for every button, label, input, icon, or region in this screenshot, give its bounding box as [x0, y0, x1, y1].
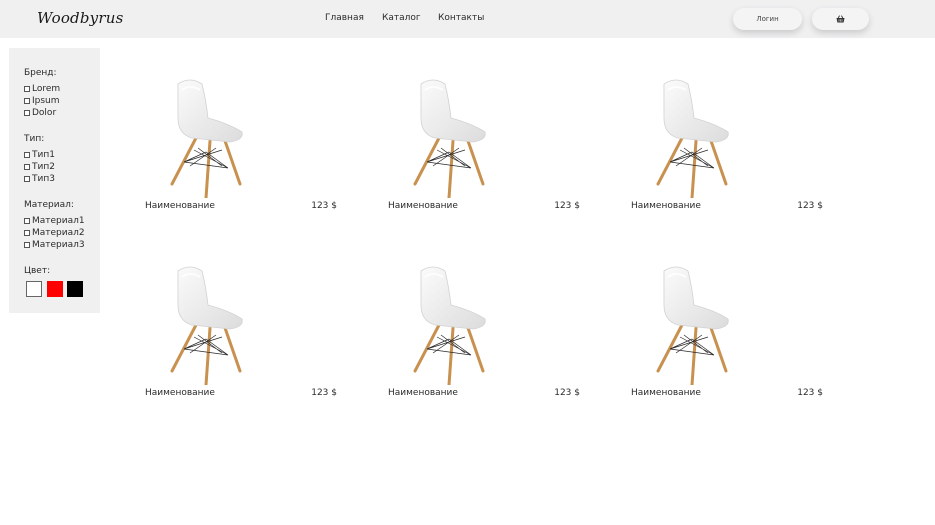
filter-material-option[interactable]: Материал2	[24, 227, 85, 238]
chair-image	[170, 265, 250, 389]
product-price: 123 $	[797, 201, 823, 211]
login-button-label: Логин	[756, 15, 779, 23]
nav-link-home[interactable]: Главная	[325, 13, 364, 23]
checkbox[interactable]	[24, 85, 30, 92]
product-card[interactable]: Наименование 123 $	[631, 265, 823, 415]
nav-link-contacts[interactable]: Контакты	[438, 13, 484, 23]
product-card[interactable]: Наименование 123 $	[145, 265, 337, 415]
option-label: Материал2	[32, 227, 85, 238]
product-name: Наименование	[145, 201, 215, 211]
option-label: Тип3	[32, 173, 55, 184]
option-label: Материал3	[32, 239, 85, 250]
checkbox[interactable]	[24, 151, 30, 158]
product-card[interactable]: Наименование 123 $	[388, 265, 580, 415]
color-swatch-red[interactable]	[47, 281, 63, 297]
option-label: Тип2	[32, 161, 55, 172]
checkbox[interactable]	[24, 229, 30, 236]
product-name: Наименование	[631, 201, 701, 211]
filter-type-option[interactable]: Тип2	[24, 161, 55, 172]
filter-type-option[interactable]: Тип1	[24, 149, 55, 160]
chair-image	[656, 265, 736, 389]
filter-material-option[interactable]: Материал3	[24, 239, 85, 250]
option-label: Тип1	[32, 149, 55, 160]
product-name: Наименование	[388, 201, 458, 211]
product-price: 123 $	[311, 388, 337, 398]
checkbox[interactable]	[24, 241, 30, 248]
chair-image	[413, 78, 493, 202]
product-price: 123 $	[797, 388, 823, 398]
product-price: 123 $	[311, 201, 337, 211]
color-swatch-white[interactable]	[26, 281, 42, 297]
filter-color-title: Цвет:	[24, 266, 51, 276]
option-label: Материал1	[32, 215, 85, 226]
filter-material-option[interactable]: Материал1	[24, 215, 85, 226]
filter-type-title: Тип:	[24, 134, 45, 144]
checkbox[interactable]	[24, 175, 30, 182]
filter-brand-option[interactable]: Lorem	[24, 83, 60, 94]
product-card[interactable]: Наименование 123 $	[631, 78, 823, 228]
product-name: Наименование	[631, 388, 701, 398]
login-button[interactable]: Логин	[733, 8, 802, 30]
product-card[interactable]: Наименование 123 $	[388, 78, 580, 228]
product-price: 123 $	[554, 388, 580, 398]
filter-type-option[interactable]: Тип3	[24, 173, 55, 184]
product-price: 123 $	[554, 201, 580, 211]
product-name: Наименование	[388, 388, 458, 398]
product-card[interactable]: Наименование 123 $	[145, 78, 337, 228]
filter-material-title: Материал:	[24, 200, 74, 210]
logo[interactable]: Woodbyrus	[37, 9, 123, 27]
option-label: Lorem	[32, 83, 61, 94]
checkbox[interactable]	[24, 163, 30, 170]
option-label: Dolor	[32, 107, 57, 118]
chair-image	[656, 78, 736, 202]
checkbox[interactable]	[24, 97, 30, 104]
product-name: Наименование	[145, 388, 215, 398]
cart-button[interactable]	[812, 8, 869, 30]
nav-link-catalog[interactable]: Каталог	[382, 13, 421, 23]
chair-image	[413, 265, 493, 389]
filter-sidebar: Бренд: Lorem Ipsum Dolor Тип: Тип1 Тип2 …	[9, 48, 100, 313]
chair-image	[170, 78, 250, 202]
color-swatch-black[interactable]	[67, 281, 83, 297]
filter-brand-title: Бренд:	[24, 68, 57, 78]
basket-icon	[836, 15, 845, 23]
filter-brand-option[interactable]: Dolor	[24, 107, 56, 118]
option-label: Ipsum	[32, 95, 60, 106]
header: Woodbyrus Главная Каталог Контакты Логин	[0, 0, 935, 38]
filter-brand-option[interactable]: Ipsum	[24, 95, 60, 106]
checkbox[interactable]	[24, 109, 30, 116]
checkbox[interactable]	[24, 217, 30, 224]
